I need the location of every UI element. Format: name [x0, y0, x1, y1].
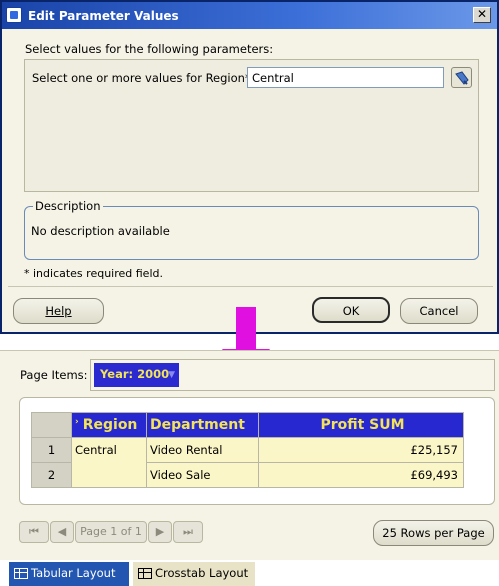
description-legend: Description	[33, 199, 103, 213]
next-page-button[interactable]: ▶	[148, 521, 172, 543]
tab-crosstab-layout[interactable]: Crosstab Layout	[133, 562, 255, 586]
row-number: 1	[31, 437, 72, 463]
page-indicator: Page 1 of 1	[75, 521, 147, 543]
table-header-row: › Region Department Profit SUM	[31, 412, 464, 438]
last-page-button[interactable]: ⏭	[173, 521, 203, 543]
description-text: No description available	[31, 224, 170, 238]
column-header-region[interactable]: › Region	[71, 412, 147, 438]
dialog-title: Edit Parameter Values	[28, 9, 179, 23]
edit-parameter-dialog: Edit Parameter Values ✕ Select values fo…	[0, 0, 499, 334]
region-label: Select one or more values for Region*:	[32, 71, 255, 85]
required-field-note: * indicates required field.	[24, 267, 163, 280]
ok-button[interactable]: OK	[312, 297, 390, 323]
profit-cell: £25,157	[258, 437, 464, 463]
parameters-prompt: Select values for the following paramete…	[25, 42, 274, 56]
tab-crosstab-layout-label: Crosstab Layout	[155, 566, 249, 580]
help-button-label: Help	[45, 304, 72, 318]
year-page-item[interactable]: Year: 2000 ▼	[94, 363, 179, 387]
page-items-box: Year: 2000 ▼	[90, 359, 495, 391]
first-page-button[interactable]: ⏮	[19, 521, 49, 543]
column-header-department-label: Department	[150, 417, 245, 433]
page-items-label: Page Items:	[20, 368, 88, 382]
column-header-profit-label: Profit SUM	[320, 417, 405, 433]
year-page-item-label: Year: 2000	[100, 367, 170, 381]
chevron-down-icon: ▼	[168, 370, 175, 380]
column-header-profit[interactable]: Profit SUM	[258, 412, 464, 438]
report-table: › Region Department Profit SUM 1 Central …	[31, 412, 464, 488]
table-corner	[31, 412, 72, 438]
table-panel: › Region Department Profit SUM 1 Central …	[19, 397, 495, 505]
tab-tabular-layout-label: Tabular Layout	[31, 566, 116, 580]
description-box: Description No description available	[24, 199, 479, 260]
table-row: 1 Central Video Rental £25,157	[31, 437, 464, 488]
column-header-department[interactable]: Department	[146, 412, 259, 438]
tab-tabular-layout[interactable]: Tabular Layout	[9, 562, 129, 586]
lov-flashlight-icon	[455, 71, 469, 85]
list-of-values-button[interactable]	[451, 67, 472, 88]
department-cell: Video Rental	[146, 437, 259, 463]
cancel-button[interactable]: Cancel	[400, 298, 478, 324]
profit-cell: £69,493	[258, 462, 464, 488]
close-button[interactable]: ✕	[473, 7, 491, 23]
parameters-panel: Select one or more values for Region*:	[24, 59, 479, 192]
department-cell: Video Sale	[146, 462, 259, 488]
next-page-icon: ▶	[155, 525, 165, 538]
region-input[interactable]	[247, 67, 444, 88]
crosstab-layout-icon	[138, 568, 152, 579]
sort-caret-icon: ›	[75, 417, 79, 427]
dialog-title-bar[interactable]: Edit Parameter Values ✕	[2, 2, 497, 29]
prev-page-icon: ◀	[57, 525, 67, 538]
rows-per-page-button[interactable]: 25 Rows per Page	[373, 520, 494, 546]
region-cell: Central	[71, 437, 147, 488]
layout-tabs: Tabular Layout Crosstab Layout	[0, 560, 499, 586]
rows-per-page-label: 25 Rows per Page	[382, 526, 485, 540]
first-page-icon: ⏮	[29, 525, 39, 538]
row-number: 2	[31, 462, 72, 488]
last-page-icon: ⏭	[183, 525, 193, 538]
dialog-divider	[8, 286, 493, 287]
app-icon	[6, 7, 22, 23]
ok-button-label: OK	[342, 304, 360, 318]
help-button[interactable]: Help	[13, 298, 104, 324]
tabular-layout-icon	[14, 568, 28, 579]
cancel-button-label: Cancel	[419, 304, 459, 318]
prev-page-button[interactable]: ◀	[50, 521, 74, 543]
close-icon: ✕	[476, 7, 488, 21]
column-header-region-label: Region	[82, 417, 138, 433]
